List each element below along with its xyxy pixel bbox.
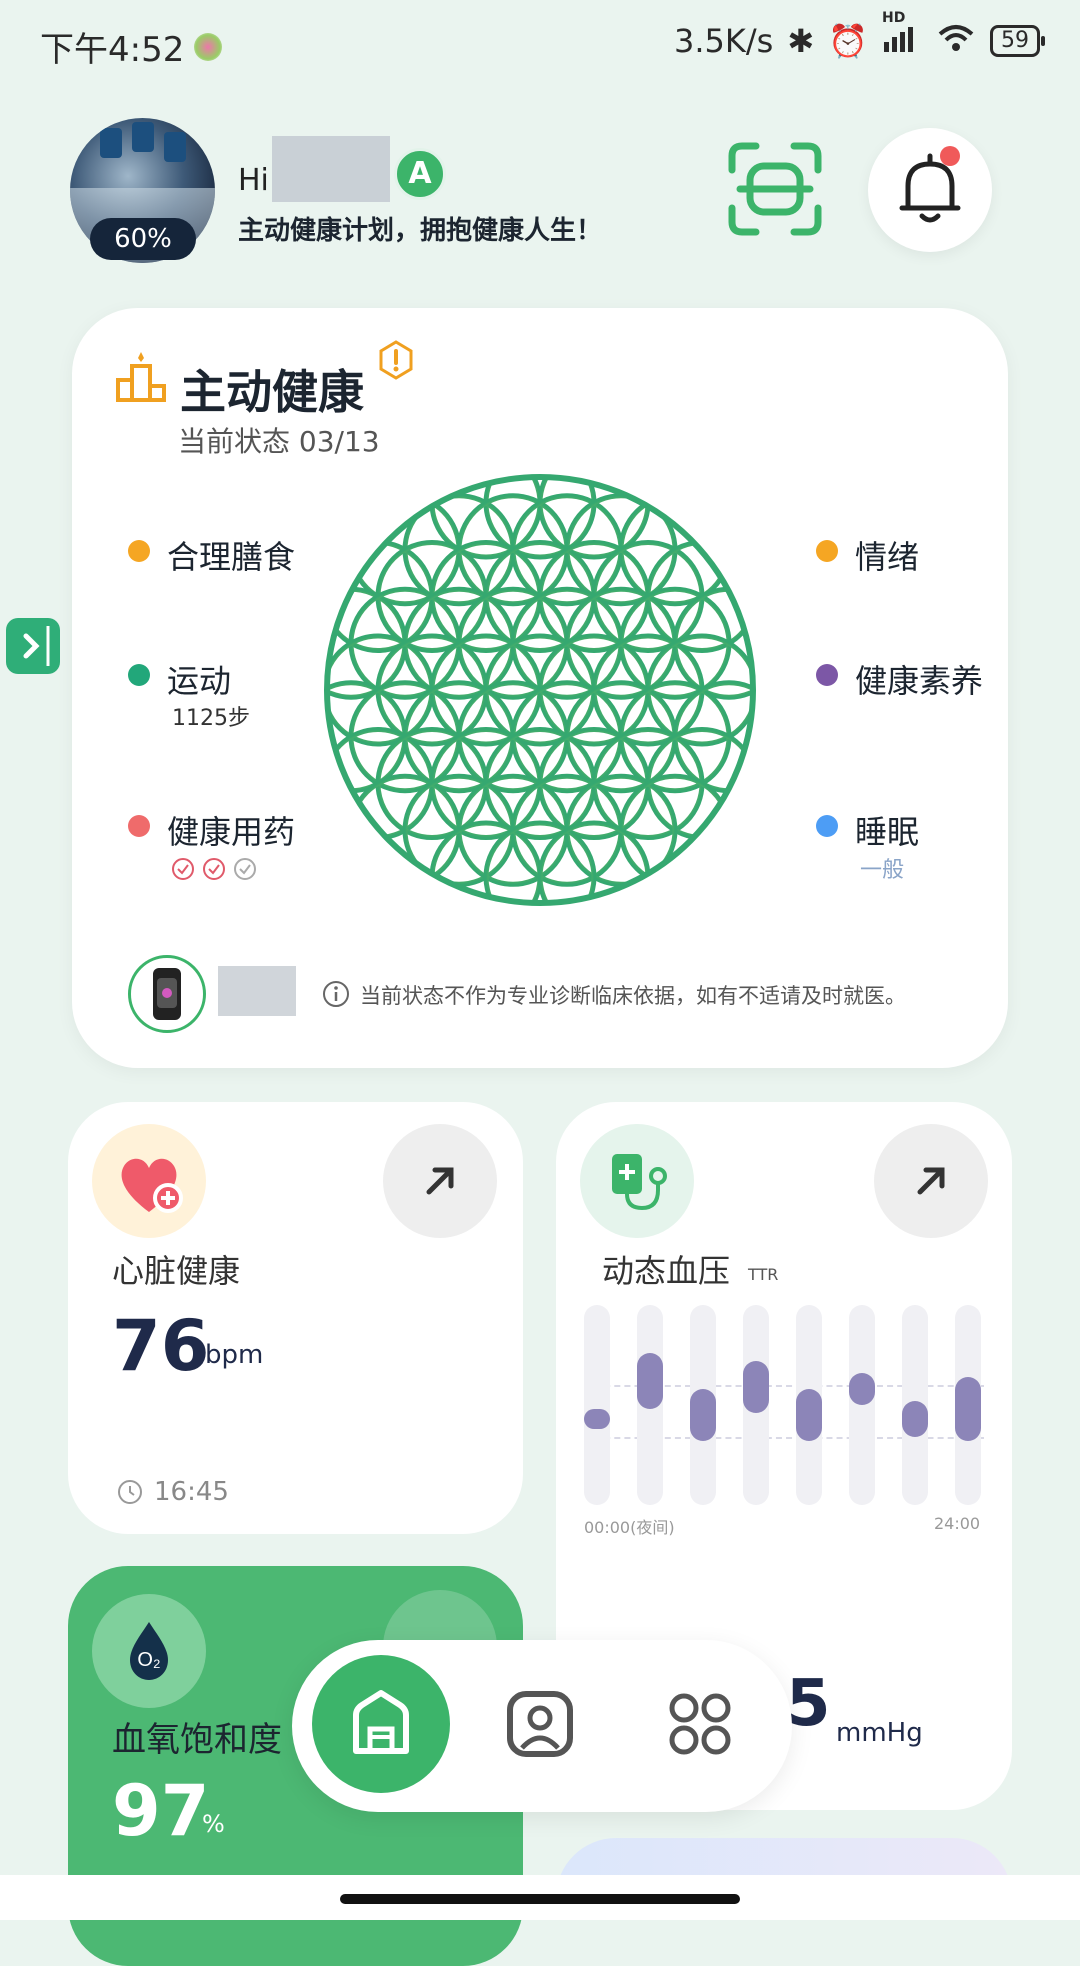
medication-label[interactable]: 健康用药 — [167, 807, 295, 853]
app-notification-icon — [194, 32, 223, 61]
bp-bar-track — [955, 1305, 981, 1505]
gesture-home-bar[interactable] — [340, 1894, 740, 1904]
heart-icon-bg — [92, 1124, 206, 1238]
oxygen-value: 97 — [112, 1770, 210, 1852]
greeting-text: Hi — [238, 163, 269, 198]
bp-bar-track — [690, 1305, 716, 1505]
oxygen-unit: % — [202, 1810, 225, 1838]
bp-axis-start: 00:00(夜间) — [584, 1518, 675, 1537]
heart-plus-icon — [121, 1158, 183, 1213]
alarm-icon: ⏰ — [828, 22, 868, 60]
bell-icon — [899, 153, 961, 223]
medication-checks-icon — [172, 858, 256, 880]
notification-button[interactable] — [868, 128, 992, 252]
nav-apps-button[interactable] — [660, 1684, 740, 1764]
bp-open-button[interactable] — [874, 1124, 988, 1238]
sleep-dot — [816, 815, 838, 837]
heart-updated-time: 16:45 — [154, 1477, 229, 1507]
scan-icon — [728, 142, 822, 236]
bp-axis-end: 24:00 — [934, 1514, 981, 1533]
disclaimer-text: 当前状态不作为专业诊断临床依据，如有不适请及时就医。 — [360, 984, 906, 1008]
emotion-dot — [816, 540, 838, 562]
bp-bar-track — [796, 1305, 822, 1505]
bp-title-tag: TTR — [748, 1265, 779, 1284]
bp-bar-track — [584, 1305, 610, 1505]
chevron-right-icon — [23, 626, 50, 666]
arrow-up-right-icon — [917, 1167, 945, 1195]
diet-dot — [128, 540, 150, 562]
bp-bar-fill — [743, 1361, 769, 1413]
bp-bar-fill — [637, 1353, 663, 1409]
user-name-masked — [272, 136, 390, 202]
signal-icon: HD — [882, 10, 922, 58]
bp-bar-fill — [955, 1377, 981, 1441]
literacy-label[interactable]: 健康素养 — [855, 656, 983, 702]
heart-card-title: 心脏健康 — [112, 1252, 241, 1290]
side-expand-tab[interactable] — [6, 618, 60, 674]
literacy-dot — [816, 664, 838, 686]
podium-icon — [116, 352, 166, 402]
bluetooth-icon: ✱ — [787, 22, 815, 60]
bp-bar-chart — [584, 1305, 984, 1510]
device-name-masked — [218, 966, 296, 1016]
scan-button[interactable] — [726, 140, 824, 238]
battery-indicator: 59 — [990, 25, 1045, 57]
medication-dot — [128, 815, 150, 837]
notification-dot — [940, 146, 960, 166]
info-icon — [323, 981, 349, 1007]
svg-text:O₂: O₂ — [137, 1649, 160, 1671]
bp-card-title: 动态血压 — [602, 1252, 731, 1290]
bp-bar-track — [849, 1305, 875, 1505]
heart-open-button[interactable] — [383, 1124, 497, 1238]
flower-of-life-graphic[interactable] — [320, 470, 760, 910]
sleep-label[interactable]: 睡眠 — [855, 807, 919, 853]
arrow-up-right-icon — [426, 1167, 454, 1195]
apps-grid-icon — [669, 1693, 731, 1755]
avatar-progress-badge: 60% — [90, 218, 196, 260]
bp-icon-bg — [580, 1124, 694, 1238]
status-time: 下午4:52 — [40, 30, 185, 70]
health-card-title: 主动健康 — [180, 365, 364, 419]
bp-bar-track — [637, 1305, 663, 1505]
net-speed: 3.5K/s — [674, 22, 774, 60]
bp-bar-fill — [584, 1409, 610, 1429]
watch-device-icon[interactable] — [128, 955, 206, 1033]
clock-icon — [118, 1480, 142, 1504]
status-bar-right: 3.5K/s ✱ ⏰ HD 59 — [674, 10, 1045, 60]
oxygen-card-title: 血氧饱和度 — [112, 1720, 282, 1760]
nav-home-button[interactable] — [312, 1655, 450, 1793]
exercise-label[interactable]: 运动 — [167, 656, 231, 702]
bp-unit: mmHg — [836, 1718, 923, 1748]
bp-bar-fill — [796, 1389, 822, 1441]
level-badge: A — [394, 148, 446, 200]
bp-value-partial: 5 — [786, 1667, 831, 1741]
bp-bar-fill — [902, 1401, 928, 1437]
warning-icon[interactable] — [378, 340, 414, 380]
heart-rate-value: 76 — [112, 1305, 210, 1387]
diet-label[interactable]: 合理膳食 — [167, 532, 295, 578]
home-icon — [353, 1690, 409, 1754]
exercise-dot — [128, 664, 150, 686]
emotion-label[interactable]: 情绪 — [855, 532, 919, 578]
wifi-icon — [936, 22, 976, 60]
bp-bar-fill — [690, 1389, 716, 1441]
bp-bar-fill — [849, 1373, 875, 1405]
sleep-status: 一般 — [860, 858, 905, 883]
oxygen-drop-icon: O₂ — [130, 1622, 168, 1680]
exercise-steps: 1125步 — [172, 706, 250, 731]
bp-bar-track — [902, 1305, 928, 1505]
heart-rate-unit: bpm — [205, 1340, 264, 1370]
oxygen-icon-bg: O₂ — [92, 1594, 206, 1708]
status-bar-left: 下午4:52 — [40, 22, 223, 71]
health-card-subtitle: 当前状态 03/13 — [178, 425, 380, 458]
bp-bar-track — [743, 1305, 769, 1505]
blood-pressure-monitor-icon — [612, 1154, 667, 1211]
nav-profile-button[interactable] — [500, 1684, 580, 1764]
slogan-text: 主动健康计划，拥抱健康人生！ — [238, 216, 603, 246]
profile-icon — [507, 1691, 573, 1757]
